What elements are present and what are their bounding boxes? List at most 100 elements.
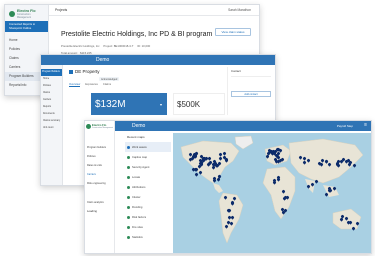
- map-list-item[interactable]: Work assets: [125, 142, 171, 152]
- sidebar-item-home[interactable]: Home: [41, 76, 62, 83]
- map-marker-icon[interactable]: [213, 177, 216, 181]
- sidebar-item-rates[interactable]: Rates & units: [85, 161, 114, 170]
- map-marker-icon[interactable]: [299, 156, 302, 160]
- sidebar-item-policies[interactable]: Policies: [5, 45, 48, 54]
- map-marker-icon[interactable]: [307, 159, 310, 163]
- map-layer-icon: [127, 195, 130, 199]
- tabs: Overview Exposures Claims: [69, 83, 111, 87]
- map-marker-icon[interactable]: [231, 216, 234, 220]
- stat-card-total: $132M ▾: [91, 93, 167, 115]
- map-marker-icon[interactable]: [315, 180, 318, 184]
- header-title: Demo: [132, 123, 146, 129]
- map-layer-icon: [127, 225, 130, 229]
- menu-icon[interactable]: ≡: [364, 122, 367, 128]
- sidebar-item-unit-count[interactable]: Unit count: [41, 125, 62, 132]
- map-marker-icon[interactable]: [282, 211, 285, 215]
- tab-exposures[interactable]: Exposures: [85, 83, 98, 87]
- map-marker-icon[interactable]: [227, 209, 230, 213]
- map-marker-icon[interactable]: [352, 227, 355, 231]
- sidebar-item-active[interactable]: Connected Reports to Sharepoint Outline: [5, 21, 48, 32]
- map-list-item[interactable]: Captive map: [125, 152, 171, 162]
- map-marker-icon[interactable]: [231, 202, 234, 206]
- map-marker-icon[interactable]: [273, 179, 276, 183]
- map-marker-icon[interactable]: [347, 159, 350, 163]
- map-list-item[interactable]: Fire sites: [125, 222, 171, 232]
- sidebar-item-claims[interactable]: Claims: [41, 90, 62, 97]
- sidebar-item-home[interactable]: Home: [5, 36, 48, 45]
- user-name[interactable]: Sarah Marathon: [228, 8, 251, 12]
- map-marker-icon[interactable]: [328, 163, 331, 167]
- map-marker-icon[interactable]: [223, 156, 226, 160]
- add-contact-button[interactable]: Add contact: [231, 91, 271, 97]
- continent-central-america: [213, 183, 223, 193]
- map-marker-icon[interactable]: [282, 190, 285, 194]
- map-marker-icon[interactable]: [224, 196, 227, 200]
- payroll-step-label[interactable]: Payroll Step: [337, 124, 353, 128]
- sidebar-item-policies[interactable]: Policies: [85, 152, 114, 161]
- map-marker-icon[interactable]: [192, 168, 195, 172]
- map-marker-icon[interactable]: [194, 155, 197, 159]
- map-marker-icon[interactable]: [349, 221, 352, 225]
- map-marker-icon[interactable]: [230, 222, 233, 226]
- building-icon: [69, 69, 73, 74]
- map-marker-icon[interactable]: [203, 157, 206, 161]
- map-marker-icon[interactable]: [199, 171, 202, 175]
- header-bar: Demo: [41, 55, 275, 65]
- map-list-item[interactable]: Attributions: [125, 182, 171, 192]
- map-marker-icon[interactable]: [311, 183, 314, 187]
- continent-africa: [262, 166, 296, 220]
- tab-claims[interactable]: Claims: [103, 83, 111, 87]
- chevron-down-icon[interactable]: ▾: [160, 102, 162, 107]
- map-list-item[interactable]: Risk factors: [125, 212, 171, 222]
- sidebar-item-program-builders[interactable]: Program builders: [85, 143, 114, 152]
- sidebar-item-program-builders[interactable]: Program Builders: [41, 69, 62, 76]
- map-marker-icon[interactable]: [340, 218, 343, 222]
- right-panel-title: Contact: [231, 69, 241, 73]
- map-marker-icon[interactable]: [195, 173, 198, 177]
- map-marker-icon[interactable]: [274, 158, 277, 162]
- map-marker-icon[interactable]: [218, 162, 221, 166]
- map-marker-icon[interactable]: [333, 187, 336, 191]
- map-marker-icon[interactable]: [307, 185, 310, 189]
- map-marker-icon[interactable]: [318, 162, 321, 166]
- map-marker-icon[interactable]: [348, 163, 351, 167]
- map-marker-icon[interactable]: [325, 193, 328, 197]
- sidebar: Electro Flo Construction Management Prog…: [85, 121, 115, 253]
- sidebar-item-documents[interactable]: Documents: [41, 111, 62, 118]
- map-marker-icon[interactable]: [273, 152, 276, 156]
- sidebar-item-reports[interactable]: Reports: [41, 104, 62, 111]
- map-marker-icon[interactable]: [225, 225, 228, 229]
- map-marker-icon[interactable]: [277, 176, 280, 180]
- view-status-button[interactable]: View claim status: [215, 28, 251, 36]
- logo-icon: [86, 123, 91, 129]
- sidebar-item-claims-summary[interactable]: Claims summary: [41, 118, 62, 125]
- map-marker-icon[interactable]: [337, 164, 340, 168]
- sidebar-item-carriers[interactable]: Carriers: [41, 97, 62, 104]
- sidebar-item-carriers[interactable]: Carriers: [85, 170, 114, 179]
- map-marker-icon[interactable]: [321, 159, 324, 163]
- map-marker-icon[interactable]: [279, 149, 282, 153]
- map-marker-icon[interactable]: [281, 158, 284, 162]
- map-marker-icon[interactable]: [284, 196, 287, 200]
- logo-sub: Construction Management: [91, 127, 113, 129]
- map-marker-icon[interactable]: [218, 175, 221, 179]
- map-marker-icon[interactable]: [329, 189, 332, 193]
- map-marker-icon[interactable]: [303, 161, 306, 165]
- sidebar-item-claim-analytics[interactable]: Claim analytics: [85, 198, 114, 207]
- logo-icon: [9, 11, 15, 17]
- map-marker-icon[interactable]: [337, 160, 340, 164]
- map-marker-icon[interactable]: [353, 164, 356, 168]
- map-marker-icon[interactable]: [266, 155, 269, 159]
- map-list-item[interactable]: Cluster: [125, 192, 171, 202]
- world-map[interactable]: [173, 133, 371, 253]
- tab-overview[interactable]: Overview: [69, 83, 81, 87]
- map-list-item[interactable]: Statistics: [125, 232, 171, 242]
- sidebar-item-policies[interactable]: Policies: [41, 83, 62, 90]
- map-list-item[interactable]: Security Agent: [125, 162, 171, 172]
- map-marker-icon[interactable]: [356, 222, 359, 226]
- map-list-item[interactable]: Locate: [125, 172, 171, 182]
- map-marker-icon[interactable]: [219, 157, 222, 161]
- map-marker-icon[interactable]: [213, 163, 216, 167]
- map-list-item[interactable]: Flooding: [125, 202, 171, 212]
- sidebar-item-risk[interactable]: Risk engineering: [85, 179, 114, 188]
